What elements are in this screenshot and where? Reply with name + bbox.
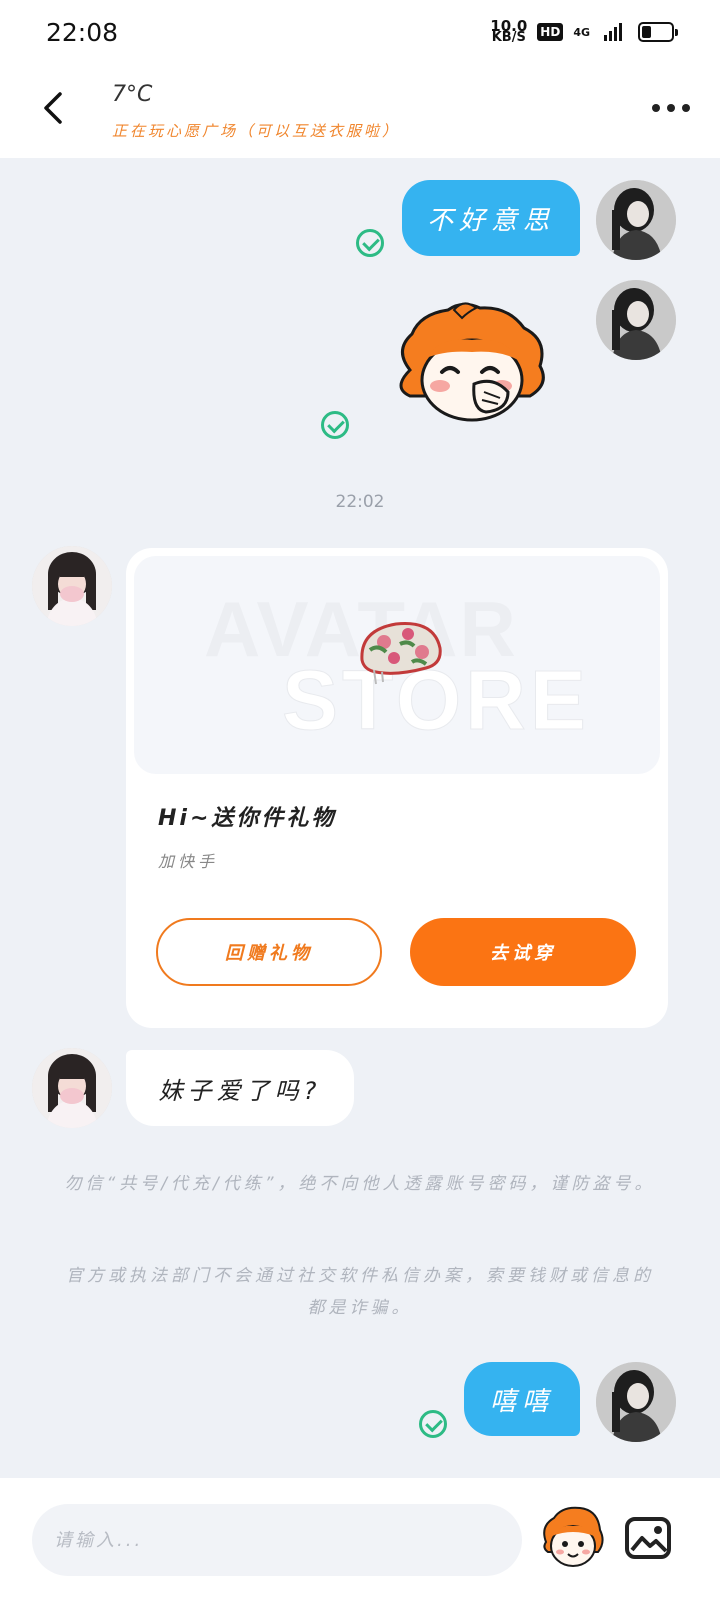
my-message-bubble[interactable]: 不好意思	[402, 180, 580, 256]
more-dot-icon	[682, 104, 690, 112]
hd-badge: HD	[537, 23, 564, 41]
more-dot-icon	[667, 104, 675, 112]
more-dot-icon	[652, 104, 660, 112]
avatar-image	[596, 1362, 676, 1442]
message-input-bar	[0, 1478, 720, 1600]
anti-fraud-notice: 官方或执法部门不会通过社交软件私信办案，索要钱财或信息的都是诈骗。	[66, 1266, 654, 1318]
delivered-check-icon	[356, 229, 384, 257]
status-time: 22:08	[46, 17, 119, 47]
gift-source: 加快手	[158, 852, 219, 871]
contact-status: 正在玩心愿广场（可以互送衣服啦）	[112, 122, 401, 140]
gift-title: Hi~送你件礼物	[158, 806, 337, 831]
laughing-mascot-sticker	[399, 302, 545, 422]
back-arrow-icon	[44, 92, 62, 124]
avatar-image	[596, 280, 676, 360]
message-input[interactable]	[32, 1504, 522, 1576]
chat-messages[interactable]: 不好意思 22:02 AVATAR STORE Hi~送你件礼物 加快手 回赠礼…	[0, 158, 720, 1478]
gift-preview-image[interactable]: AVATAR STORE	[134, 556, 660, 774]
my-avatar[interactable]	[596, 280, 676, 360]
message-text: 嘻嘻	[489, 1386, 554, 1417]
network-speed: 10.0 KB/S	[490, 17, 528, 45]
message-text: 妹子爱了吗?	[158, 1076, 322, 1105]
contact-avatar[interactable]	[32, 546, 112, 626]
gift-message-card[interactable]: AVATAR STORE Hi~送你件礼物 加快手 回赠礼物 去试穿	[126, 548, 668, 1028]
message-timestamp: 22:02	[335, 492, 385, 512]
sticker-button[interactable]	[540, 1502, 604, 1572]
my-avatar[interactable]	[596, 180, 676, 260]
anti-fraud-notice: 勿信“共号/代充/代练”，绝不向他人透露账号密码，谨防盗号。	[64, 1174, 656, 1194]
my-avatar[interactable]	[596, 1362, 676, 1442]
back-button[interactable]	[36, 88, 76, 128]
signal-icon	[604, 23, 622, 41]
contact-name: 7°C	[112, 82, 153, 107]
delivered-check-icon	[321, 411, 349, 439]
contact-message-bubble[interactable]: 妹子爱了吗?	[126, 1050, 354, 1126]
my-message-bubble[interactable]: 嘻嘻	[464, 1362, 580, 1436]
status-bar: 22:08 10.0 KB/S HD 4G	[0, 0, 720, 64]
return-gift-button[interactable]: 回赠礼物	[156, 918, 382, 986]
avatar-image	[596, 180, 676, 260]
delivered-check-icon	[419, 1410, 447, 1438]
floral-cap-icon	[360, 622, 442, 685]
mascot-emoji-icon	[543, 1506, 604, 1567]
status-icons: 10.0 KB/S HD 4G	[490, 17, 678, 45]
avatar-image	[32, 546, 112, 626]
image-icon	[625, 1517, 671, 1559]
battery-icon	[638, 22, 678, 42]
network-type: 4G	[573, 25, 590, 39]
image-button[interactable]	[624, 1516, 672, 1560]
sticker-message[interactable]	[390, 300, 552, 424]
more-options-button[interactable]	[652, 104, 690, 112]
message-text: 不好意思	[426, 205, 555, 236]
avatar-image	[32, 1048, 112, 1128]
try-on-button[interactable]: 去试穿	[410, 918, 636, 986]
chat-header: 7°C 正在玩心愿广场（可以互送衣服啦）	[0, 64, 720, 158]
contact-avatar[interactable]	[32, 1048, 112, 1128]
